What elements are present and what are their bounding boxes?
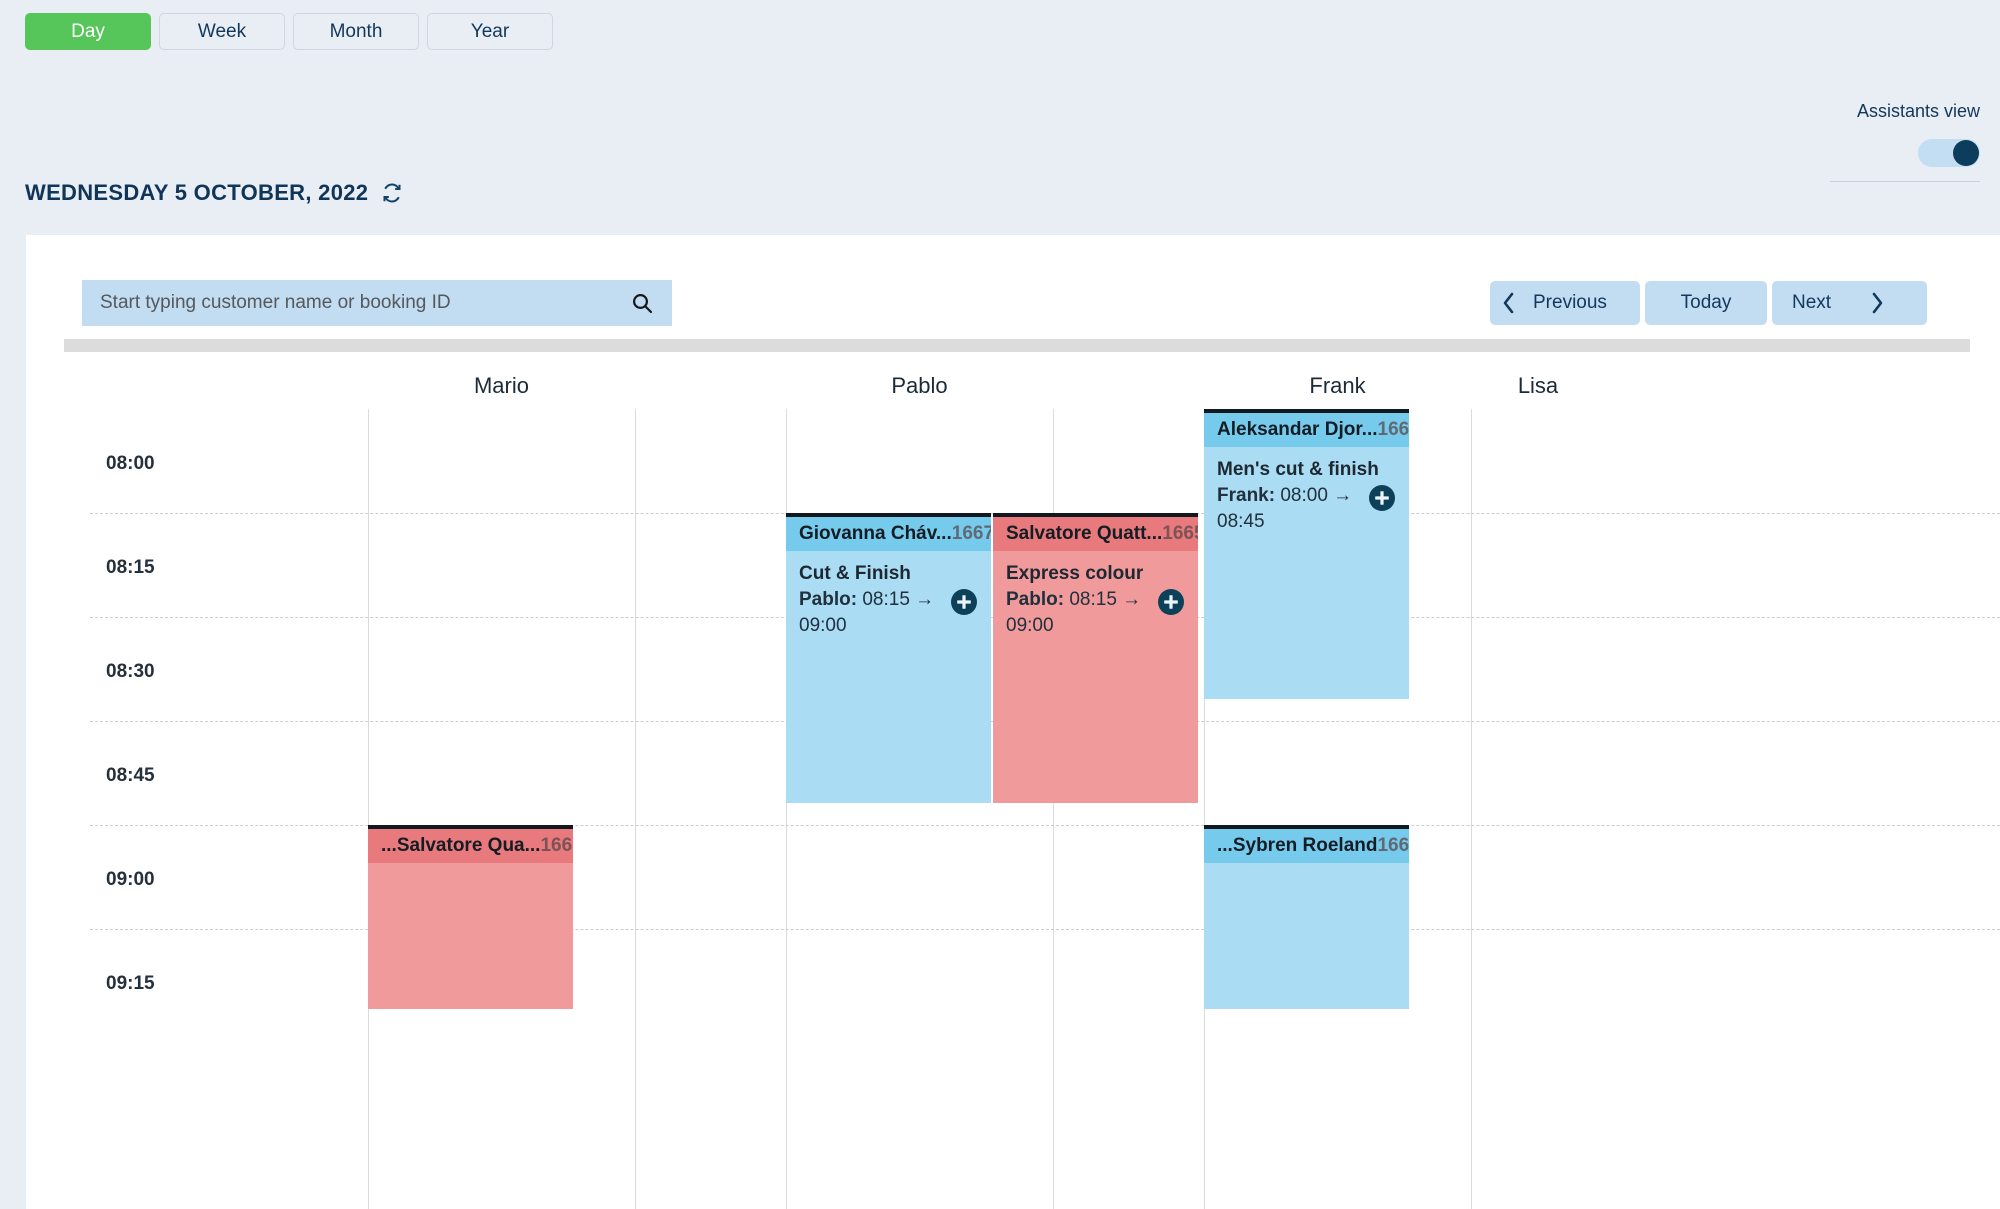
search-icon[interactable] (630, 291, 654, 315)
appointment-card[interactable]: Salvatore Quatt...16653Express colourPab… (993, 513, 1198, 803)
column-header-lisa: Lisa (1517, 373, 1559, 398)
add-appointment-icon[interactable] (1369, 485, 1395, 511)
add-appointment-icon[interactable] (951, 589, 977, 615)
toggle-knob (1953, 140, 1979, 166)
appointment-customer-name: ...Sybren Roeland (1217, 835, 1378, 856)
column-header-mario: Mario (473, 373, 529, 398)
date-header: WEDNESDAY 5 OCTOBER, 2022 (25, 180, 404, 206)
previous-button[interactable]: Previous (1490, 281, 1640, 325)
calendar-grid: Mario Pablo Frank Lisa 08:00 08:15 08:30 08:45… (26, 357, 2000, 1209)
calendar-body: 08:00 08:15 08:30 08:45 09:00 09:15 Aleksandar… (26, 409, 2000, 1209)
calendar-column-headers: Mario Pablo Frank Lisa (26, 357, 2000, 409)
appointment-booking-id: 16649 (1377, 835, 1409, 856)
time-label-0815: 08:15 (106, 557, 155, 578)
view-button-year[interactable]: Year (427, 13, 553, 50)
appointment-service: Men's cut & finish (1217, 459, 1379, 480)
assistants-view-toggle[interactable] (1918, 139, 1980, 167)
date-navigation: Previous Today Next (1490, 281, 1927, 325)
assistants-view-label: Assistants view (1856, 101, 1980, 121)
previous-button-label: Previous (1533, 292, 1607, 313)
appointment-card[interactable]: Giovanna Cháv...16677Cut & FinishPablo: … (786, 513, 991, 803)
next-button-label: Next (1792, 292, 1832, 313)
view-button-day[interactable]: Day (25, 13, 151, 50)
chevron-left-icon (1502, 292, 1515, 314)
appointment-header: ...Salvatore Qua...16653 (368, 829, 573, 863)
time-label-0915: 09:15 (106, 973, 155, 994)
time-label-0830: 08:30 (106, 661, 155, 682)
time-label-0845: 08:45 (106, 765, 155, 786)
appointment-booking-id: 16653 (1162, 523, 1198, 544)
assistants-toggle-row (1830, 139, 1980, 182)
view-button-month-label: Month (329, 20, 383, 42)
column-divider (635, 409, 636, 1209)
appointment-header: Aleksandar Djor...16637 (1204, 413, 1409, 447)
time-label-0800: 08:00 (106, 453, 155, 474)
appointment-service: Cut & Finish (799, 563, 911, 584)
search-box[interactable] (82, 280, 672, 326)
page-title: WEDNESDAY 5 OCTOBER, 2022 (25, 180, 369, 205)
appointment-header: ...Sybren Roeland16649 (1204, 829, 1409, 863)
search-input[interactable] (100, 292, 630, 314)
today-button[interactable]: Today (1645, 281, 1767, 325)
view-button-year-label: Year (470, 20, 510, 42)
appointment-customer-name: ...Salvatore Qua... (381, 835, 541, 856)
appointment-booking-id: 16653 (540, 835, 573, 856)
next-button[interactable]: Next (1772, 281, 1927, 325)
appointment-card[interactable]: Aleksandar Djor...16637 Men's cut & finis… (1204, 409, 1409, 699)
horizontal-scrollbar[interactable] (64, 339, 1970, 352)
calendar-page: Day Week Month Year Assistants view WEDN… (0, 0, 2000, 1209)
column-header-pablo: Pablo (891, 373, 948, 398)
view-button-month[interactable]: Month (293, 13, 419, 50)
today-button-label: Today (1680, 292, 1732, 313)
assistants-view-control: Assistants view (1830, 100, 1980, 182)
appointment-booking-id: 16677 (951, 523, 991, 544)
view-button-week-label: Week (197, 20, 247, 42)
view-switcher: Day Week Month Year (25, 13, 553, 50)
appointment-header: Giovanna Cháv...16677 (786, 517, 991, 551)
appointment-customer-name: Giovanna Cháv... (799, 523, 952, 544)
column-header-frank: Frank (1309, 373, 1366, 398)
view-button-day-label: Day (71, 20, 105, 42)
column-divider (1471, 409, 1472, 1209)
column-divider (368, 409, 369, 1209)
view-button-week[interactable]: Week (159, 13, 285, 50)
appointment-customer-name: Aleksandar Djor... (1217, 419, 1378, 440)
appointment-booking-id: 16637 (1377, 419, 1409, 440)
appointment-card[interactable]: ...Salvatore Qua...16653 (368, 825, 573, 1009)
appointment-customer-name: Salvatore Quatt... (1006, 523, 1163, 544)
time-label-0900: 09:00 (106, 869, 155, 890)
appointment-card[interactable]: ...Sybren Roeland16649 (1204, 825, 1409, 1009)
refresh-icon[interactable] (380, 181, 404, 205)
add-appointment-icon[interactable] (1158, 589, 1184, 615)
calendar-panel: Previous Today Next Mario Pablo Frank Lisa … (26, 235, 2000, 1209)
appointment-service: Express colour (1006, 563, 1144, 584)
appointment-header: Salvatore Quatt...16653 (993, 517, 1198, 551)
chevron-right-icon (1871, 292, 1884, 314)
